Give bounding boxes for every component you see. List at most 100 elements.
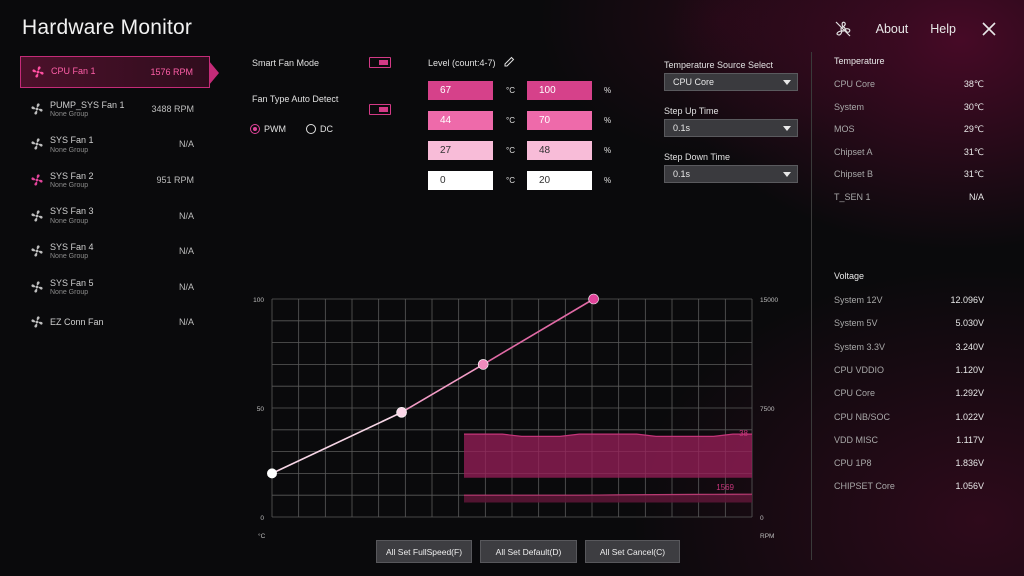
temp-source-value: CPU Core <box>673 77 715 87</box>
voltage-title: Voltage <box>834 271 865 281</box>
fan-list: CPU Fan 1 1576 RPM PUMP_SYS Fan 1 None Grou… <box>20 56 219 341</box>
sensor-value: 29℃ <box>963 124 984 134</box>
fan-item[interactable]: SYS Fan 1 None Group N/A <box>20 127 210 163</box>
temperature-history-label: 38 <box>739 429 748 438</box>
fan-rpm: N/A <box>178 210 194 221</box>
page-title: Hardware Monitor <box>22 16 193 39</box>
fan-curve-chart[interactable]: 38 1569 100 50 0 15000 7500 0 °C RPM <box>250 290 780 540</box>
step-down-select[interactable]: 0.1s <box>664 165 798 183</box>
smart-fan-mode-label: Smart Fan Mode <box>252 58 320 68</box>
voltage-row: System 12V 12.096V <box>834 295 984 305</box>
step-up-value: 0.1s <box>673 123 691 133</box>
fan-icon <box>31 281 43 293</box>
voltage-row: CPU 1P8 1.836V <box>834 458 984 468</box>
sensor-value: N/A <box>968 191 984 202</box>
temperature-row: MOS 29℃ <box>834 124 984 135</box>
temperature-row: T_SEN 1 N/A <box>834 192 984 202</box>
sensor-name: MOS <box>834 124 855 134</box>
level-speed-input[interactable]: 70 <box>527 111 592 130</box>
voltage-row: System 5V 5.030V <box>834 318 984 328</box>
pwm-radio[interactable]: PWM <box>250 124 286 134</box>
fan-name: SYS Fan 5 <box>50 277 94 288</box>
fan-item[interactable]: SYS Fan 4 None Group N/A <box>20 233 210 269</box>
level-speed-input[interactable]: 20 <box>527 171 592 190</box>
fan-icon <box>32 66 44 78</box>
level-temp-input[interactable]: 67 <box>428 81 493 100</box>
fan-off-icon[interactable] <box>832 18 854 40</box>
fan-item[interactable]: SYS Fan 3 None Group N/A <box>20 198 210 234</box>
temp-unit: °C <box>506 86 515 95</box>
radio-empty-icon <box>306 124 316 134</box>
temperature-row: Chipset A 31℃ <box>834 147 984 158</box>
fan-group: None Group <box>50 288 89 296</box>
fan-rpm: N/A <box>178 317 194 328</box>
fan-icon <box>31 245 43 257</box>
about-link[interactable]: About <box>876 22 909 36</box>
fan-item[interactable]: PUMP_SYS Fan 1 None Group 3488 RPM <box>20 91 210 127</box>
fan-group: None Group <box>50 110 89 118</box>
fan-icon <box>31 138 43 150</box>
rpm-history-label: 1569 <box>716 483 734 492</box>
percent-unit: % <box>604 146 612 155</box>
all-set-cancel-button[interactable]: All Set Cancel(C) <box>585 540 680 563</box>
close-icon[interactable] <box>978 18 1000 40</box>
fan-rpm: N/A <box>178 246 194 257</box>
temperature-row: System 30℃ <box>834 102 984 113</box>
voltage-row: VDD MISC 1.117V <box>834 435 984 445</box>
fan-item[interactable]: SYS Fan 5 None Group N/A <box>20 269 210 305</box>
fan-item[interactable]: CPU Fan 1 1576 RPM <box>20 56 219 88</box>
sensor-name: T_SEN 1 <box>834 191 871 202</box>
fan-rpm: 951 RPM <box>156 174 194 185</box>
help-link[interactable]: Help <box>930 22 956 36</box>
voltage-name: CPU Core <box>834 388 876 399</box>
step-down-label: Step Down Time <box>664 152 731 162</box>
fan-name: PUMP_SYS Fan 1 <box>50 99 125 110</box>
top-bar: About Help <box>832 18 1000 40</box>
voltage-row: CHIPSET Core 1.056V <box>834 481 984 491</box>
voltage-value: 1.120V <box>955 364 984 375</box>
voltage-name: System 3.3V <box>834 341 886 352</box>
level-temp-input[interactable]: 0 <box>428 171 493 190</box>
pwm-label: PWM <box>264 124 286 134</box>
fan-group: None Group <box>50 217 89 225</box>
fan-icon <box>31 209 43 222</box>
level-temp-input[interactable]: 44 <box>428 111 493 130</box>
voltage-value: 3.240V <box>955 341 984 352</box>
all-set-fullspeed-button[interactable]: All Set FullSpeed(F) <box>376 540 472 563</box>
voltage-name: System 12V <box>834 295 883 305</box>
edit-icon[interactable] <box>504 56 515 69</box>
fan-item[interactable]: SYS Fan 2 None Group 951 RPM <box>20 162 210 198</box>
temp-source-label: Temperature Source Select <box>664 60 774 70</box>
fan-type-auto-detect-toggle[interactable] <box>369 104 391 115</box>
voltage-name: CPU VDDIO <box>834 364 885 375</box>
level-speed-input[interactable]: 48 <box>527 141 592 160</box>
fan-rpm: 1576 RPM <box>150 67 193 77</box>
voltage-name: CHIPSET Core <box>834 481 895 492</box>
sensor-name: CPU Core <box>834 79 876 89</box>
fan-curve-point[interactable] <box>588 293 599 305</box>
temp-source-select[interactable]: CPU Core <box>664 73 798 91</box>
voltage-row: CPU NB/SOC 1.022V <box>834 412 984 422</box>
fan-rpm: 3488 RPM <box>151 103 194 114</box>
voltage-value: 1.022V <box>955 411 984 422</box>
rpm-unit-label: RPM <box>760 533 774 540</box>
temperature-history-band <box>464 434 752 478</box>
fan-curve-point[interactable] <box>477 359 489 370</box>
all-set-default-button[interactable]: All Set Default(D) <box>480 540 577 563</box>
fan-name: SYS Fan 2 <box>50 170 94 181</box>
level-speed-input[interactable]: 100 <box>527 81 592 100</box>
voltage-value: 12.096V <box>950 295 984 305</box>
fan-item[interactable]: EZ Conn Fan N/A <box>20 305 210 341</box>
dc-radio[interactable]: DC <box>306 124 333 134</box>
sensor-value: 30℃ <box>963 101 984 112</box>
chevron-down-icon <box>783 80 791 85</box>
step-up-select[interactable]: 0.1s <box>664 119 798 137</box>
rpm-tick-label: 15000 <box>760 297 778 304</box>
fan-curve-point[interactable] <box>396 407 407 418</box>
temp-unit: °C <box>506 146 515 155</box>
voltage-row: CPU Core 1.292V <box>834 388 984 398</box>
level-temp-input[interactable]: 27 <box>428 141 493 160</box>
voltage-row: CPU VDDIO 1.120V <box>834 365 984 375</box>
smart-fan-mode-toggle[interactable] <box>369 57 391 68</box>
fan-curve-point[interactable] <box>267 468 277 479</box>
